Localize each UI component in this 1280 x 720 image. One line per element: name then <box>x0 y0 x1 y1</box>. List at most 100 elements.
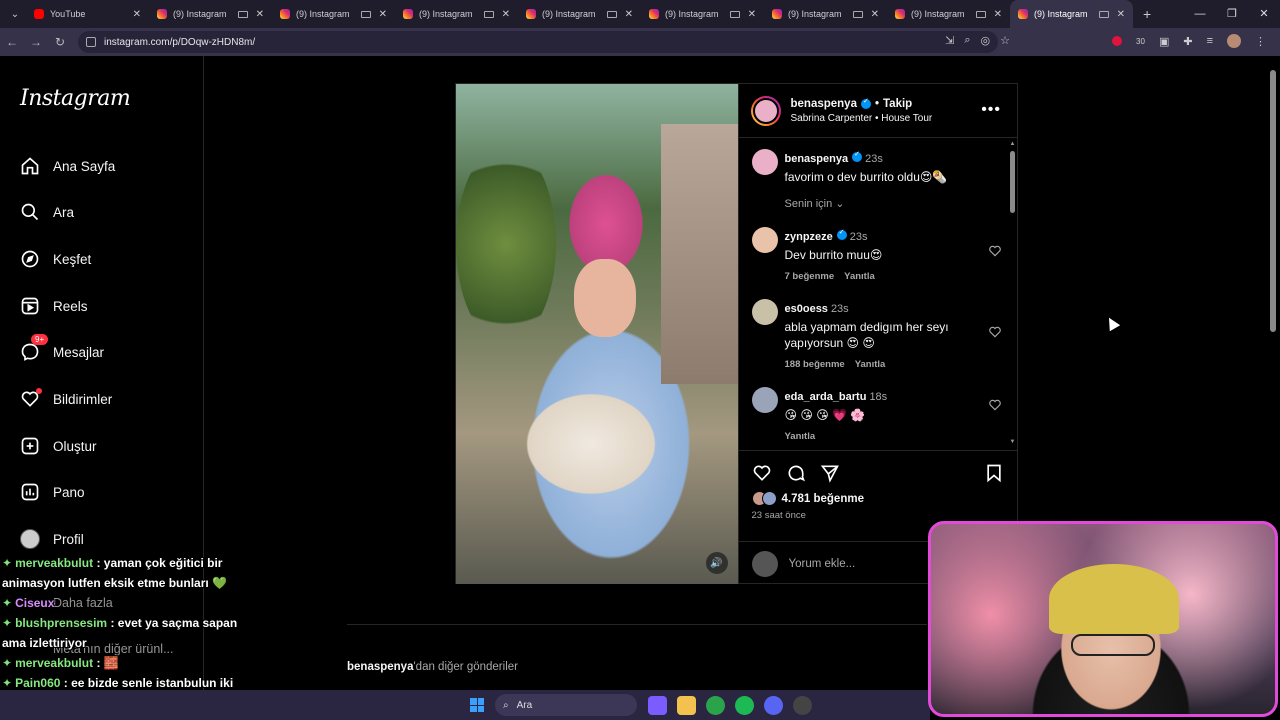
dashboard-icon <box>20 482 40 502</box>
profile-avatar[interactable] <box>1227 34 1241 48</box>
reply-button[interactable]: Yanıtla <box>855 359 886 370</box>
close-tab-icon[interactable]: ✕ <box>871 9 879 20</box>
volume-icon[interactable]: 🔊 <box>705 552 728 574</box>
eye-off-icon[interactable]: ◎ <box>981 34 991 47</box>
nav-explore[interactable]: Keşfet <box>20 245 91 273</box>
like-count[interactable]: 4.781 beğenme <box>751 491 864 506</box>
nav-explore-label: Keşfet <box>53 251 92 267</box>
extension-icon[interactable]: ▣ <box>1159 35 1169 48</box>
like-icon[interactable] <box>752 463 772 483</box>
like-comment-icon[interactable] <box>988 325 1002 339</box>
bookmark-icon[interactable] <box>984 463 1004 483</box>
close-tab-icon[interactable]: ✕ <box>748 9 756 20</box>
comment-likes[interactable]: 188 beğenme <box>785 359 845 370</box>
close-tab-icon[interactable]: ✕ <box>256 9 264 20</box>
post-sidebar: benaspenya • Takip Sabrina Carpenter • H… <box>737 84 1018 584</box>
more-posts-heading: benaspenya'dan diğer gönderiler <box>347 661 518 673</box>
page-scrollbar[interactable] <box>1270 60 1278 336</box>
like-comment-icon[interactable] <box>988 244 1002 258</box>
close-tab-icon[interactable]: ✕ <box>502 9 510 20</box>
browser-tab[interactable]: (9) Instagram ✕ <box>764 0 887 28</box>
record-extension-icon[interactable] <box>1112 36 1123 46</box>
address-bar[interactable]: instagram.com/p/DOqw-zHDN8m/ <box>78 31 998 53</box>
close-tab-icon[interactable]: ✕ <box>1117 9 1125 20</box>
browser-tab[interactable]: (9) Instagram ✕ <box>272 0 395 28</box>
messenger-icon: 9+ <box>20 334 49 362</box>
browser-tab[interactable]: (9) Instagram ✕ <box>395 0 518 28</box>
browser-tab[interactable]: (9) Instagram ✕ <box>641 0 764 28</box>
comment-input[interactable] <box>788 557 939 570</box>
more-posts-username[interactable]: benaspenya <box>347 661 413 673</box>
media-indicator-icon <box>360 10 371 18</box>
author-avatar[interactable] <box>750 95 781 126</box>
close-tab-icon[interactable]: ✕ <box>625 9 633 20</box>
minimize-button[interactable]: — <box>1184 0 1216 28</box>
comment-likes[interactable]: 7 beğenme <box>785 271 835 282</box>
comment-username[interactable]: zynpzeze <box>785 231 833 243</box>
stream-chat-overlay: ✦ merveakbulut : yaman çok eğitici bir an… <box>2 553 252 713</box>
avatar[interactable] <box>751 299 778 325</box>
puzzle-icon[interactable]: ✚ <box>1183 35 1192 48</box>
comments-scrollbar[interactable]: ▲ ▼ <box>1009 141 1016 446</box>
share-icon[interactable] <box>820 463 840 483</box>
comment-username[interactable]: es0oess <box>785 303 828 315</box>
zoom-icon[interactable]: ⌕ <box>964 34 970 47</box>
close-window-button[interactable]: ✕ <box>1248 0 1280 28</box>
tab-search-dropdown[interactable]: ⌄ <box>4 4 26 24</box>
nav-notifications[interactable]: Bildirimler <box>20 385 112 413</box>
new-tab-button[interactable]: + <box>1143 6 1151 22</box>
nav-search[interactable]: Ara <box>20 198 74 226</box>
spotify-icon[interactable] <box>735 696 754 715</box>
close-tab-icon[interactable]: ✕ <box>379 9 387 20</box>
comment-username[interactable]: eda_arda_bartu <box>785 391 867 403</box>
comment-sort-dropdown[interactable]: Senin için ⌄ <box>785 197 845 210</box>
like-comment-icon[interactable] <box>988 398 1002 412</box>
nav-create[interactable]: Oluştur <box>20 432 97 460</box>
copilot-icon[interactable] <box>648 696 667 715</box>
close-tab-icon[interactable]: ✕ <box>994 9 1002 20</box>
author-username[interactable]: benaspenya <box>791 98 857 110</box>
comment-icon[interactable] <box>786 463 806 483</box>
browser-tab[interactable]: YouTube ✕ <box>26 0 149 28</box>
maximize-button[interactable]: ❐ <box>1216 0 1248 28</box>
tab-title: YouTube <box>50 9 86 19</box>
follow-button[interactable]: Takip <box>883 98 912 110</box>
chrome-icon[interactable] <box>706 696 725 715</box>
browser-tab[interactable]: (9) Instagram ✕ <box>1010 0 1133 28</box>
folder-icon[interactable] <box>677 696 696 715</box>
reload-button[interactable]: ↻ <box>48 35 72 49</box>
bookmark-star-icon[interactable]: ☆ <box>1000 34 1010 47</box>
avatar[interactable] <box>751 387 778 413</box>
caption-username[interactable]: benaspenya <box>785 153 849 165</box>
reply-button[interactable]: Yanıtla <box>785 431 816 442</box>
browser-tab[interactable]: (9) Instagram ✕ <box>887 0 1010 28</box>
more-options-icon[interactable]: ••• <box>981 101 1001 119</box>
audio-label[interactable]: Sabrina Carpenter • House Tour <box>791 113 933 124</box>
comment-time: 23s <box>849 231 868 243</box>
nav-messages[interactable]: 9+ Mesajlar <box>20 334 105 366</box>
post-video[interactable]: 🔊 <box>456 84 738 584</box>
back-button[interactable]: ← <box>0 35 24 49</box>
forward-button[interactable]: → <box>24 35 48 49</box>
nav-messages-label: Mesajlar <box>53 344 105 360</box>
install-app-icon[interactable]: ⇲ <box>945 34 954 47</box>
avatar[interactable] <box>751 227 778 253</box>
nav-home[interactable]: Ana Sayfa <box>20 152 115 180</box>
site-info-icon[interactable] <box>86 37 96 47</box>
reply-button[interactable]: Yanıtla <box>844 271 875 282</box>
media-icon[interactable]: ≡ <box>1207 35 1213 47</box>
browser-tab[interactable]: (9) Instagram ✕ <box>149 0 272 28</box>
browser-tab[interactable]: (9) Instagram ✕ <box>518 0 641 28</box>
nav-profile[interactable]: Profil <box>20 525 84 553</box>
nav-reels[interactable]: Reels <box>20 292 88 320</box>
close-tab-icon[interactable]: ✕ <box>133 9 141 20</box>
kebab-menu-icon[interactable]: ⋮ <box>1255 35 1266 48</box>
obs-icon[interactable] <box>793 696 812 715</box>
taskbar-search[interactable]: ⌕ Ara <box>495 694 637 716</box>
discord-icon[interactable] <box>764 696 783 715</box>
avatar[interactable] <box>751 149 778 175</box>
extension-badge-icon[interactable]: 30 <box>1136 35 1145 47</box>
instagram-logo[interactable]: Instagram <box>20 86 131 111</box>
nav-dashboard[interactable]: Pano <box>20 478 85 506</box>
windows-start-icon[interactable] <box>470 698 484 712</box>
